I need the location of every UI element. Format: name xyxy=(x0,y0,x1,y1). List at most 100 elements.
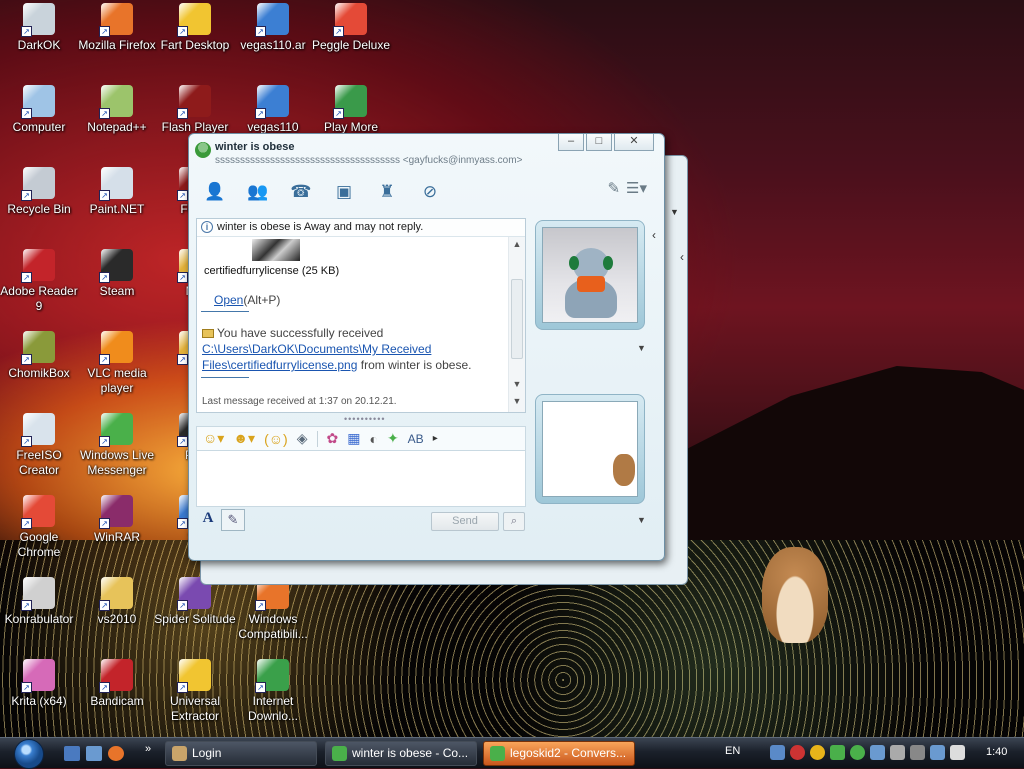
desktop-icon-label: Windows Live Messenger xyxy=(79,448,155,477)
open-link-text[interactable]: Open xyxy=(214,293,243,307)
open-file-link[interactable]: Open(Alt+P) xyxy=(214,293,280,307)
desktop-icon[interactable]: ↗ vegas110.ar xyxy=(232,3,314,53)
desktop-icon[interactable]: ↗ Internet Downlo... xyxy=(232,659,314,724)
menu-dropdown-icon[interactable]: ☰▾ xyxy=(626,179,647,197)
desktop-icon[interactable]: ↗ Mozilla Firefox xyxy=(76,3,158,53)
hamster-desktop-pet[interactable] xyxy=(762,547,828,643)
emoticon-icon[interactable]: ☺▾ xyxy=(203,430,224,447)
contact-display-picture[interactable] xyxy=(535,220,645,330)
font-button[interactable]: A xyxy=(197,510,219,530)
tray-network2-icon[interactable] xyxy=(930,745,945,760)
back-window-arrow-icon[interactable]: ‹ xyxy=(680,250,684,264)
history-scrollbar[interactable]: ▲ ▼ ▼ xyxy=(508,237,525,412)
ink-icon[interactable]: ◐ xyxy=(369,431,377,447)
quick-launch-more[interactable]: » xyxy=(145,743,151,755)
tray-display-icon[interactable] xyxy=(890,745,905,760)
desktop-icon-label: Universal Extractor xyxy=(169,694,220,723)
back-window-dropdown-icon[interactable]: ▼ xyxy=(670,207,679,217)
desktop-icon[interactable]: ↗ Adobe Reader 9 xyxy=(0,249,80,314)
colors-icon[interactable]: ▦ xyxy=(347,430,360,447)
firefox-icon[interactable] xyxy=(108,746,124,761)
handwriting-button[interactable]: ✎ xyxy=(221,509,245,531)
desktop-icon[interactable]: ↗ WinRAR xyxy=(76,495,158,545)
start-button[interactable] xyxy=(10,738,48,769)
my-picture-menu-icon[interactable]: ▼ xyxy=(637,515,646,525)
desktop-icon[interactable]: ↗ ChomikBox xyxy=(0,331,80,381)
call-contact-icon[interactable]: ☎ xyxy=(283,179,319,205)
desktop-icon[interactable]: ↗ vs2010 xyxy=(76,577,158,627)
collapse-left-icon[interactable]: ‹ xyxy=(652,228,656,242)
desktop-icon[interactable]: ↗ Notepad++ xyxy=(76,85,158,135)
desktop-icon[interactable]: ↗ Recycle Bin xyxy=(0,167,80,217)
desktop-icon[interactable]: ↗ FreeISO Creator xyxy=(0,413,80,478)
taskbar-task[interactable]: winter is obese - Co... xyxy=(325,741,477,766)
conversation-window[interactable]: winter is obese ssssssssssssssssssssssss… xyxy=(188,133,665,561)
desktop-icon[interactable]: ↗ vegas110 xyxy=(232,85,314,135)
taskbar-task[interactable]: Login xyxy=(165,741,317,766)
switch-windows-icon[interactable] xyxy=(86,746,102,761)
task-label: legoskid2 - Convers... xyxy=(510,746,627,760)
pane-splitter[interactable]: •••••••••• xyxy=(344,414,386,424)
paintbrush-icon[interactable]: ✎ xyxy=(607,179,620,197)
desktop-icon[interactable]: ↗ DarkOK xyxy=(0,3,80,53)
games-icon[interactable]: ♜ xyxy=(369,179,405,205)
desktop-icon[interactable]: ↗ Windows Compatibili... xyxy=(232,577,314,642)
desktop-icon[interactable]: ↗ Peggle Deluxe xyxy=(310,3,392,53)
search-button[interactable]: ⌕ xyxy=(503,512,525,531)
wink-icon[interactable]: ☻▾ xyxy=(233,430,255,447)
clock[interactable]: 1:40 xyxy=(986,746,1007,758)
shortcut-arrow-icon: ↗ xyxy=(99,108,110,119)
voice-clip-icon[interactable]: ◈ xyxy=(297,430,308,447)
tray-blocked-icon[interactable] xyxy=(790,745,805,760)
desktop-icon[interactable]: ↗ Google Chrome xyxy=(0,495,80,560)
desktop-icon[interactable]: ↗ VLC media player xyxy=(76,331,158,396)
desktop-icon[interactable]: ↗ Konrabulator xyxy=(0,577,80,627)
desktop-icon[interactable]: ↗ Steam xyxy=(76,249,158,299)
spell-check-icon[interactable]: AB xyxy=(408,432,424,446)
close-button[interactable]: ✕ xyxy=(614,134,654,151)
message-input[interactable] xyxy=(196,450,526,507)
tray-check-icon[interactable] xyxy=(830,745,845,760)
tray-update-icon[interactable] xyxy=(870,745,885,760)
maximize-button[interactable]: □ xyxy=(586,134,612,151)
more-options-icon[interactable]: ▸ xyxy=(433,433,438,444)
my-display-picture[interactable] xyxy=(535,394,645,504)
desktop-icon[interactable]: ↗ Universal Extractor xyxy=(154,659,236,724)
task-label: Login xyxy=(192,746,222,760)
desktop-icon[interactable]: ↗ Fart Desktop xyxy=(154,3,236,53)
desktop-icon[interactable]: ↗ Play More xyxy=(310,85,392,135)
desktop-icon-label: Spider Solitude xyxy=(154,612,236,626)
nudge-icon[interactable]: (☺) xyxy=(264,431,288,447)
taskbar-task[interactable]: legoskid2 - Convers... xyxy=(483,741,635,766)
share-files-icon[interactable]: 👥 xyxy=(240,179,276,205)
messenger-icon[interactable]: ✦ xyxy=(387,430,399,447)
file-thumbnail[interactable] xyxy=(252,239,300,261)
block-contact-icon[interactable]: ⊘ xyxy=(412,179,448,205)
desktop-icon[interactable]: ↗ Paint.NET xyxy=(76,167,158,217)
language-indicator[interactable]: EN xyxy=(725,745,740,757)
quick-launch xyxy=(64,746,124,761)
conversation-history[interactable]: i winter is obese is Away and may not re… xyxy=(196,218,526,413)
video-call-icon[interactable]: ▣ xyxy=(326,179,362,205)
contact-picture-menu-icon[interactable]: ▼ xyxy=(637,343,646,353)
scrollbar-thumb[interactable] xyxy=(511,279,523,359)
tray-network-icon[interactable] xyxy=(770,745,785,760)
tray-power-icon[interactable] xyxy=(910,745,925,760)
desktop-icon[interactable]: ↗ Computer xyxy=(0,85,80,135)
backgrounds-icon[interactable]: ✿ xyxy=(327,430,339,447)
minimize-button[interactable]: – xyxy=(558,134,584,151)
scroll-end-icon[interactable]: ▼ xyxy=(509,396,525,406)
tray-bandicam-icon[interactable] xyxy=(810,745,825,760)
desktop-icon[interactable]: ↗ Windows Live Messenger xyxy=(76,413,158,478)
send-button[interactable]: Send xyxy=(431,512,499,531)
scroll-up-icon[interactable]: ▲ xyxy=(509,239,525,249)
invite-contact-icon[interactable]: 👤 xyxy=(197,179,233,205)
desktop-icon[interactable]: ↗ Flash Player xyxy=(154,85,236,135)
desktop-icon[interactable]: ↗ Bandicam xyxy=(76,659,158,709)
tray-messenger-icon[interactable] xyxy=(850,745,865,760)
shortcut-arrow-icon: ↗ xyxy=(177,354,188,365)
tray-volume-icon[interactable] xyxy=(950,745,965,760)
desktop-icon[interactable]: ↗ Krita (x64) xyxy=(0,659,80,709)
scroll-down-icon[interactable]: ▼ xyxy=(509,379,525,389)
show-desktop-icon[interactable] xyxy=(64,746,80,761)
